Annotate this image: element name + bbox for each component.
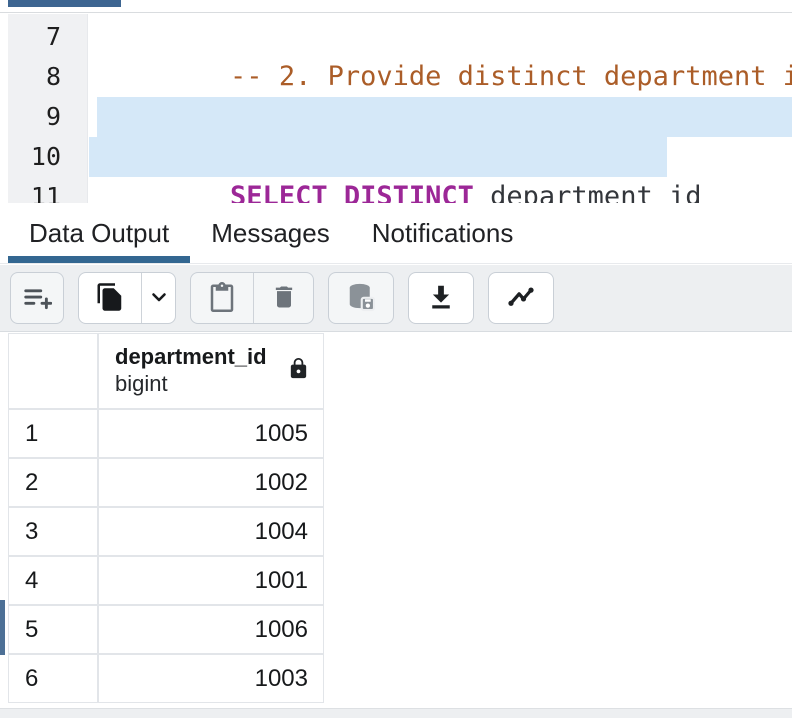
value-cell[interactable]: 1003 — [99, 655, 323, 702]
row-number-cell[interactable]: 4 — [9, 557, 97, 604]
chevron-down-icon — [147, 285, 171, 312]
row-number-cell[interactable]: 3 — [9, 508, 97, 555]
line-number: 11 — [8, 177, 87, 203]
download-group — [408, 272, 474, 324]
pgadmin-query-tool: 7 8 9 10 11 -- 2. Provide distinct depar… — [0, 0, 792, 718]
left-panel-scrollbar-thumb[interactable] — [0, 600, 5, 655]
code-area[interactable]: -- 2. Provide distinct department id SEL… — [89, 14, 792, 203]
add-row-button[interactable] — [11, 273, 63, 323]
editor-horizontal-scrollbar[interactable] — [0, 0, 792, 13]
add-row-group — [10, 272, 64, 324]
code-line-9[interactable]: SELECT DISTINCT department_id — [89, 97, 792, 137]
output-tab-bar: Data Output Messages Notifications — [0, 203, 792, 264]
column-header-text: department_id bigint — [115, 343, 267, 399]
code-line-7[interactable]: -- 2. Provide distinct department id — [89, 17, 792, 57]
add-row-icon — [22, 282, 52, 315]
copy-icon — [95, 282, 125, 315]
save-data-changes-icon — [346, 282, 376, 315]
row-number-cell[interactable]: 6 — [9, 655, 97, 702]
lock-icon — [287, 357, 310, 385]
save-data-changes-button[interactable] — [329, 273, 393, 323]
value-cell[interactable]: 1005 — [99, 410, 323, 457]
results-grid: department_id bigint 1 1005 2 1002 3 100… — [8, 333, 324, 703]
column-name: department_id — [115, 343, 267, 371]
download-results-button[interactable] — [409, 273, 473, 323]
chart-group — [488, 272, 554, 324]
tab-notifications[interactable]: Notifications — [351, 203, 535, 263]
paste-icon — [207, 282, 237, 315]
sql-comment: -- 2. Provide distinct department id — [230, 61, 792, 92]
code-line-10[interactable]: FROM public.employee_salary ; — [89, 137, 792, 177]
value-cell[interactable]: 1001 — [99, 557, 323, 604]
row-number-cell[interactable]: 2 — [9, 459, 97, 506]
selection-highlight — [97, 97, 792, 137]
value-cell[interactable]: 1002 — [99, 459, 323, 506]
row-number-header[interactable] — [9, 334, 97, 408]
chart-icon — [506, 282, 536, 315]
sql-identifier: department_id — [474, 181, 702, 203]
scrollbar-thumb[interactable] — [8, 0, 121, 7]
value-cell[interactable]: 1004 — [99, 508, 323, 555]
bottom-scrollbar-track[interactable] — [0, 708, 792, 718]
row-number-cell[interactable]: 5 — [9, 606, 97, 653]
graph-visualiser-button[interactable] — [489, 273, 553, 323]
column-type: bigint — [115, 370, 267, 399]
save-data-group — [328, 272, 394, 324]
line-number: 10 — [8, 137, 87, 177]
copy-options-button[interactable] — [141, 273, 175, 323]
selection-highlight — [89, 137, 667, 177]
sql-editor[interactable]: 7 8 9 10 11 -- 2. Provide distinct depar… — [0, 14, 792, 203]
row-number-cell[interactable]: 1 — [9, 410, 97, 457]
tab-messages[interactable]: Messages — [190, 203, 351, 263]
line-number: 8 — [8, 57, 87, 97]
download-icon — [426, 282, 456, 315]
delete-icon — [270, 283, 298, 314]
column-header-department-id[interactable]: department_id bigint — [99, 334, 323, 408]
copy-button[interactable] — [79, 273, 141, 323]
line-number: 7 — [8, 17, 87, 57]
copy-group — [78, 272, 176, 324]
paste-button[interactable] — [191, 273, 253, 323]
line-number-gutter: 7 8 9 10 11 — [8, 14, 88, 203]
tab-data-output[interactable]: Data Output — [8, 203, 190, 263]
value-cell[interactable]: 1006 — [99, 606, 323, 653]
sql-keyword: SELECT DISTINCT — [230, 181, 474, 203]
paste-delete-group — [190, 272, 314, 324]
line-number: 9 — [8, 97, 87, 137]
data-output-toolbar — [0, 265, 792, 332]
delete-rows-button[interactable] — [253, 273, 313, 323]
